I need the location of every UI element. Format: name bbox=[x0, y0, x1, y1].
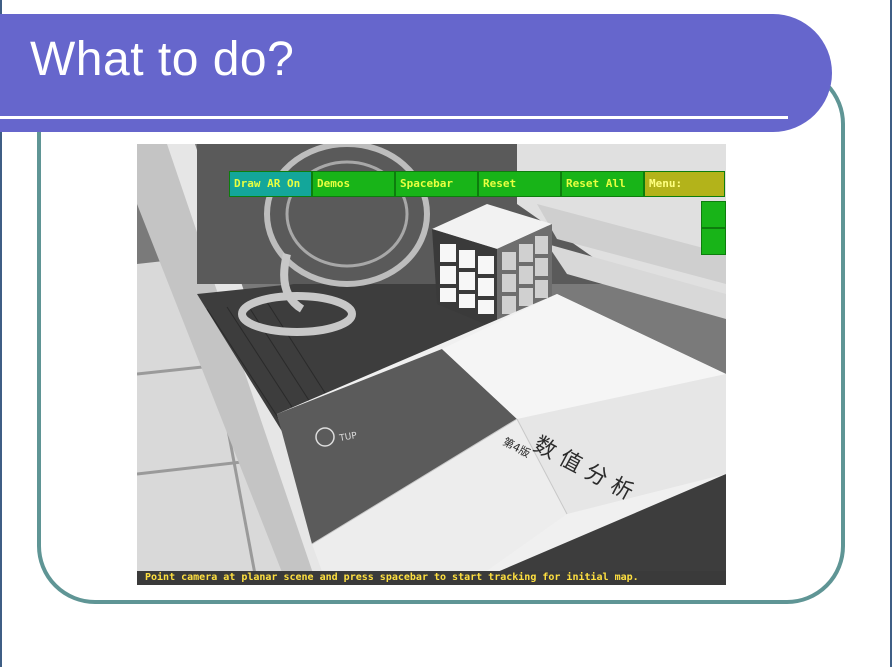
draw-ar-toggle-button[interactable]: Draw AR On bbox=[229, 171, 312, 197]
ar-camera-screenshot: 数 值 分 析 第4版 TUP Draw AR On Demos Spaceba… bbox=[137, 144, 726, 585]
reset-all-button[interactable]: Reset All bbox=[561, 171, 644, 197]
side-menu-button-2[interactable] bbox=[701, 228, 726, 255]
status-message: Point camera at planar scene and press s… bbox=[137, 571, 726, 585]
side-menu-button-1[interactable] bbox=[701, 201, 726, 228]
banner-underline bbox=[0, 116, 788, 119]
menu-label: Menu: bbox=[644, 171, 725, 197]
demos-button[interactable]: Demos bbox=[312, 171, 395, 197]
spacebar-button[interactable]: Spacebar bbox=[395, 171, 478, 197]
ar-menu-bar: Draw AR On Demos Spacebar Reset Reset Al… bbox=[229, 171, 725, 197]
camera-scene: 数 值 分 析 第4版 TUP bbox=[137, 144, 726, 585]
reset-button[interactable]: Reset bbox=[478, 171, 561, 197]
slide-title: What to do? bbox=[30, 33, 295, 86]
